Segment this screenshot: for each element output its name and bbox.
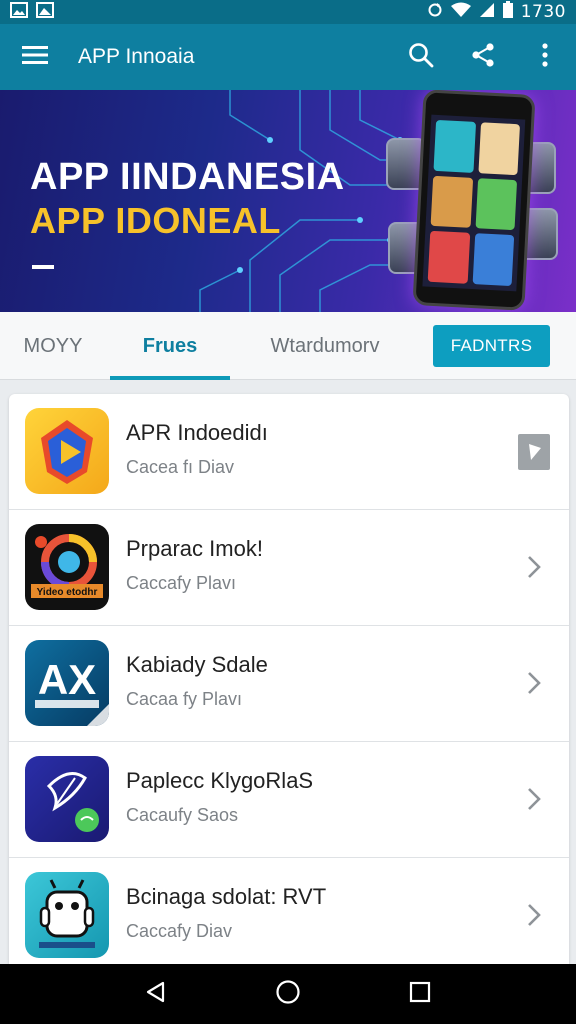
app-title: APP Innoaia bbox=[78, 45, 195, 68]
search-icon bbox=[408, 42, 434, 73]
gallery-icon bbox=[36, 1, 54, 23]
app-tile bbox=[430, 175, 473, 229]
home-button[interactable] bbox=[258, 964, 318, 1024]
tab-moyy[interactable]: MOYY bbox=[0, 312, 106, 380]
app-name: Paplecc KlygoRlaS bbox=[126, 768, 314, 793]
status-right: 1730 bbox=[427, 1, 566, 23]
camera-lens-logo-icon: Yideo etodhr bbox=[25, 524, 109, 610]
back-icon bbox=[144, 980, 168, 1009]
signal-icon bbox=[479, 2, 495, 23]
chevron-right-icon[interactable] bbox=[523, 554, 545, 580]
list-item[interactable]: APR Indoedidı Cacea fı Diav bbox=[9, 394, 569, 510]
ax-logo-icon: AX bbox=[25, 640, 109, 726]
app-tile bbox=[427, 231, 470, 284]
status-time: 1730 bbox=[520, 2, 566, 22]
app-tile bbox=[477, 122, 521, 175]
battery-icon bbox=[502, 1, 513, 23]
menu-icon bbox=[22, 45, 48, 70]
app-actions bbox=[390, 24, 576, 90]
icon-label: AX bbox=[38, 656, 96, 703]
status-bar: 1730 bbox=[0, 0, 576, 24]
app-category: Caccafy Plavı bbox=[126, 573, 237, 593]
feather-chat-logo-icon bbox=[25, 756, 109, 842]
app-category: Caccafy Diav bbox=[126, 921, 233, 941]
tab-indicator bbox=[110, 376, 230, 380]
play-logo-icon bbox=[25, 408, 109, 494]
robot-logo-icon bbox=[25, 872, 109, 958]
sync-icon bbox=[427, 2, 443, 23]
app-name: Bcinaga sdolat: RVT bbox=[126, 884, 327, 909]
app-tile bbox=[472, 233, 515, 287]
play-badge-icon[interactable] bbox=[518, 434, 550, 470]
list-item[interactable]: Paplecc KlygoRlaS Cacaufy Saos bbox=[9, 742, 569, 858]
tab-bar: MOYY Frues Wtardumorv FADNTRS bbox=[0, 312, 576, 380]
banner-title: APP IINDANESIA bbox=[30, 156, 345, 198]
app-tile bbox=[433, 119, 476, 173]
chevron-right-icon[interactable] bbox=[523, 902, 545, 928]
status-left bbox=[10, 1, 54, 23]
fadntrs-button[interactable]: FADNTRS bbox=[433, 325, 550, 367]
app-category: Cacaufy Saos bbox=[126, 805, 239, 825]
app-category: Cacaa fy Plavı bbox=[126, 689, 243, 709]
search-button[interactable] bbox=[390, 24, 452, 90]
back-button[interactable] bbox=[126, 964, 186, 1024]
phone-screen bbox=[422, 114, 526, 292]
share-button[interactable] bbox=[452, 24, 514, 90]
chevron-right-icon[interactable] bbox=[523, 670, 545, 696]
home-icon bbox=[275, 979, 301, 1010]
wifi-icon bbox=[450, 2, 471, 23]
app-name: Prparac Imok! bbox=[126, 536, 263, 561]
list-item[interactable]: Yideo etodhr Prparac Imok! Caccafy Plavı bbox=[9, 510, 569, 626]
tab-wtardumorv[interactable]: Wtardumorv bbox=[240, 312, 410, 380]
menu-button[interactable] bbox=[0, 24, 70, 90]
banner-subtitle: APP IDONEAL bbox=[30, 200, 281, 241]
promo-banner[interactable]: APP IINDANESIA APP IDONEAL bbox=[0, 90, 576, 312]
app-list: APR Indoedidı Cacea fı Diav Yideo etodhr… bbox=[9, 394, 569, 964]
app-name: Kabiady Sdale bbox=[126, 652, 268, 677]
app-tile bbox=[475, 177, 518, 231]
banner-dash bbox=[32, 265, 54, 269]
chevron-right-icon[interactable] bbox=[523, 786, 545, 812]
app-bar: APP Innoaia bbox=[0, 24, 576, 90]
app-name: APR Indoedidı bbox=[126, 420, 268, 445]
list-item[interactable]: Bcinaga sdolat: RVT Caccafy Diav bbox=[9, 858, 569, 964]
icon-label: Yideo etodhr bbox=[37, 587, 98, 598]
tab-frues[interactable]: Frues bbox=[110, 312, 230, 380]
list-item[interactable]: AX Kabiady Sdale Cacaa fy Plavı bbox=[9, 626, 569, 742]
image-icon bbox=[10, 1, 28, 23]
recents-button[interactable] bbox=[390, 964, 450, 1024]
recents-icon bbox=[409, 981, 431, 1008]
share-icon bbox=[470, 42, 496, 73]
more-options-button[interactable] bbox=[514, 24, 576, 90]
phone-illustration bbox=[412, 90, 536, 311]
navigation-bar bbox=[0, 964, 576, 1024]
more-vert-icon bbox=[541, 42, 549, 72]
app-category: Cacea fı Diav bbox=[126, 457, 235, 477]
